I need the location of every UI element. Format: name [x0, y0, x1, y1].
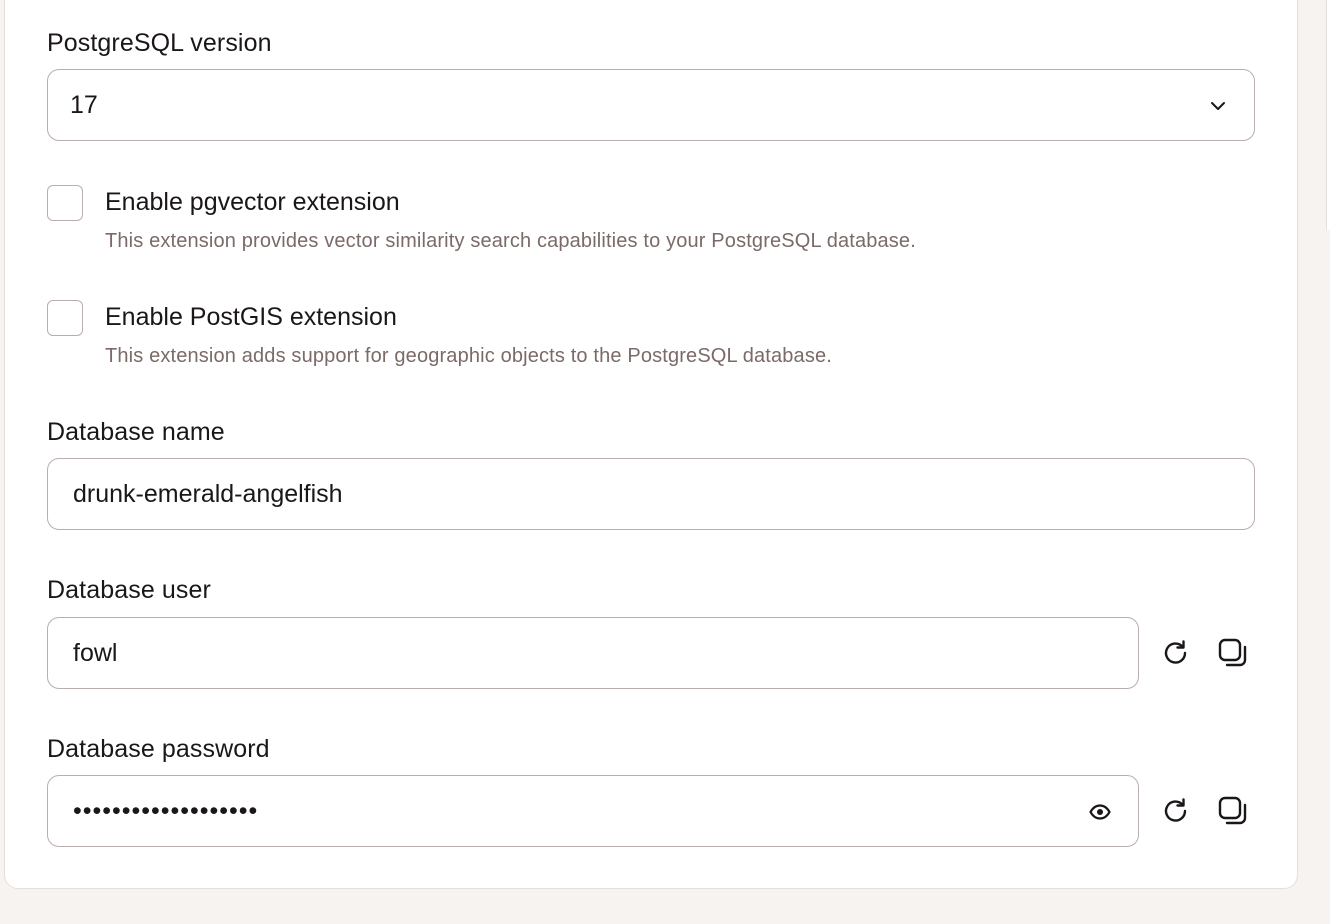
- copy-user-button[interactable]: [1213, 633, 1253, 673]
- database-user-input[interactable]: fowl: [47, 617, 1139, 689]
- pgvector-description: This extension provides vector similarit…: [105, 230, 916, 252]
- postgis-checkbox[interactable]: [47, 300, 83, 336]
- postgis-label[interactable]: Enable PostGIS extension: [105, 303, 397, 332]
- regenerate-user-button[interactable]: [1156, 633, 1196, 673]
- refresh-icon: [1164, 640, 1187, 664]
- database-name-input[interactable]: drunk-emerald-angelfish: [47, 458, 1255, 530]
- database-user-value: fowl: [73, 639, 118, 667]
- postgis-description: This extension adds support for geograph…: [105, 345, 832, 367]
- pgvector-label[interactable]: Enable pgvector extension: [105, 188, 400, 217]
- copy-icon: [1218, 796, 1247, 825]
- copy-icon: [1218, 638, 1247, 667]
- database-name-label: Database name: [47, 418, 225, 446]
- copy-password-button[interactable]: [1213, 791, 1253, 831]
- adjacent-panel-edge: [1326, 0, 1330, 230]
- postgresql-version-label: PostgreSQL version: [47, 29, 272, 57]
- database-name-value: drunk-emerald-angelfish: [73, 480, 343, 508]
- database-password-input[interactable]: •••••••••••••••••••: [47, 775, 1139, 847]
- refresh-icon: [1164, 798, 1187, 822]
- database-user-label: Database user: [47, 576, 211, 604]
- regenerate-password-button[interactable]: [1156, 791, 1196, 831]
- eye-icon[interactable]: [1088, 800, 1112, 824]
- postgresql-version-select[interactable]: 17: [47, 69, 1255, 141]
- database-password-label: Database password: [47, 735, 270, 763]
- pgvector-checkbox[interactable]: [47, 185, 83, 221]
- database-password-value: •••••••••••••••••••: [73, 797, 259, 825]
- postgresql-version-value: 17: [70, 91, 98, 119]
- chevron-down-icon: [1211, 102, 1225, 110]
